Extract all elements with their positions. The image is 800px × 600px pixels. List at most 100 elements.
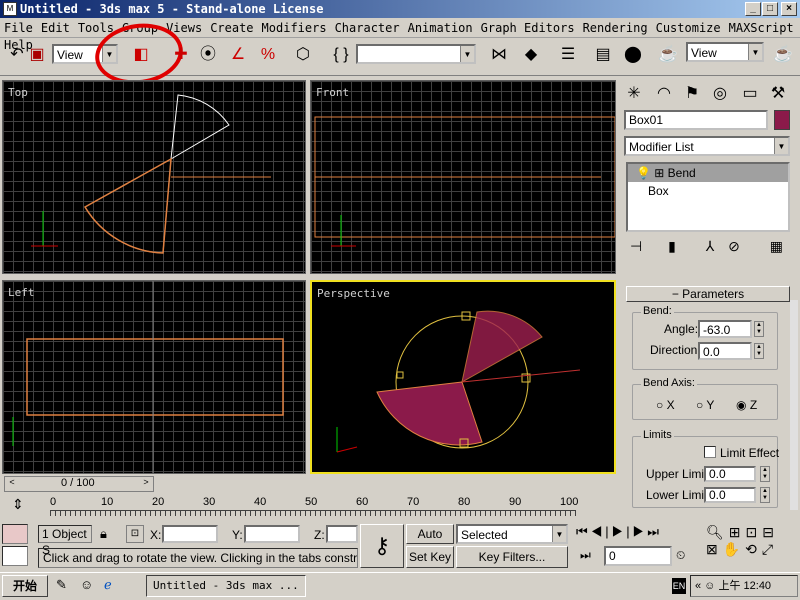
layer-manager-icon[interactable]: ☰ xyxy=(555,42,581,68)
x-coord-field[interactable] xyxy=(162,525,218,543)
show-end-result-icon[interactable]: ▮ xyxy=(668,238,676,254)
track-bar[interactable]: 0 10 20 30 40 50 60 70 80 90 100 xyxy=(50,496,578,518)
align-icon[interactable]: ◆ xyxy=(518,42,544,68)
make-unique-icon[interactable]: ⅄ xyxy=(706,238,715,254)
key-mode-toggle-icon[interactable]: ⏭ xyxy=(580,548,591,563)
named-selection-dropdown[interactable]: ▼ xyxy=(356,44,476,64)
mirror-icon[interactable]: ⋈ xyxy=(486,42,512,68)
render-type-dropdown[interactable]: View ▼ xyxy=(686,42,764,62)
z-coord-field[interactable] xyxy=(326,525,358,543)
pan-icon[interactable]: ✋ xyxy=(723,541,745,557)
utilities-tab-icon[interactable]: ⚒ xyxy=(764,80,792,108)
create-tab-icon[interactable]: ✳ xyxy=(620,80,648,108)
stack-item-bend[interactable]: 💡 ⊞ Bend xyxy=(628,164,788,182)
direction-field[interactable]: 0.0 xyxy=(698,342,752,360)
upper-limit-field[interactable]: 0.0 xyxy=(704,466,756,482)
quicklaunch-icon-1[interactable]: ✎ xyxy=(56,577,67,593)
auto-key-button[interactable]: Auto Key xyxy=(406,524,454,559)
arc-rotate-icon[interactable]: ⟲ xyxy=(745,541,762,557)
y-coord-field[interactable] xyxy=(244,525,300,543)
selection-color-swatch[interactable] xyxy=(2,524,28,544)
limit-effect-checkbox[interactable] xyxy=(704,446,716,458)
modifier-list-dropdown[interactable]: Modifier List ▼ xyxy=(624,136,790,156)
lower-limit-spinner[interactable]: ▲ ▼ xyxy=(760,487,770,503)
zoom-extents-all-icon[interactable]: ⊟ xyxy=(762,524,779,540)
language-indicator[interactable]: EN xyxy=(672,578,686,594)
zoom-all-icon[interactable]: ⊞ xyxy=(729,524,746,540)
object-color-swatch[interactable] xyxy=(774,110,790,130)
viewport-left[interactable]: Left xyxy=(2,280,306,474)
current-frame-field[interactable]: 0 xyxy=(604,546,672,566)
named-selection-icon[interactable]: { } xyxy=(328,42,354,68)
key-mode-dropdown[interactable]: Selected ▼ xyxy=(456,524,568,544)
upper-limit-spinner[interactable]: ▲ ▼ xyxy=(760,466,770,482)
modify-tab-icon[interactable]: ◠ xyxy=(650,80,678,108)
taskbar-item-3dsmax[interactable]: Untitled - 3ds max ... xyxy=(146,575,306,597)
menu-item-maxscript[interactable]: MAXScript xyxy=(725,18,798,35)
render-scene-icon[interactable]: ☕ xyxy=(655,42,681,68)
track-bar-toggle-icon[interactable]: ⇕ xyxy=(12,496,36,516)
quick-render-icon[interactable]: ☕ xyxy=(770,42,796,68)
set-key-icon[interactable]: ⚷ xyxy=(360,524,404,568)
angle-field[interactable]: -63.0 xyxy=(698,320,752,338)
snap-toggle-icon[interactable]: ⦿ xyxy=(195,42,221,68)
chevron-left-icon[interactable]: < xyxy=(5,477,19,491)
remove-modifier-icon[interactable]: ⊘ xyxy=(728,238,740,254)
chevron-right-icon[interactable]: > xyxy=(139,477,153,491)
go-to-start-icon[interactable]: ⏮ xyxy=(576,524,591,539)
angle-spinner[interactable]: ▲ ▼ xyxy=(754,321,764,337)
next-frame-icon[interactable]: |▶ xyxy=(626,524,647,539)
menu-item-animation[interactable]: Animation xyxy=(404,18,477,35)
panel-scrollbar[interactable] xyxy=(790,300,798,510)
lock-icon[interactable]: 🔒︎ xyxy=(100,526,107,542)
parameters-rollout-header[interactable]: − Parameters xyxy=(626,286,790,302)
select-manipulate-icon[interactable]: ✚ xyxy=(168,42,194,68)
axis-z-radio[interactable]: ◉ Z xyxy=(736,398,757,412)
motion-tab-icon[interactable]: ◎ xyxy=(706,80,734,108)
menu-item-graph-editors[interactable]: Graph Editors xyxy=(477,18,579,35)
internet-explorer-icon[interactable]: ℯ xyxy=(104,577,112,593)
lower-limit-field[interactable]: 0.0 xyxy=(704,487,756,503)
minimize-button[interactable]: _ xyxy=(745,2,761,16)
spinner-snap-icon[interactable]: ⬡ xyxy=(290,42,316,68)
maxscript-listener-swatch[interactable] xyxy=(2,546,28,566)
zoom-icon[interactable]: 🔍︎ xyxy=(706,524,729,540)
select-object-icon[interactable]: ▣ xyxy=(24,42,50,68)
axis-x-radio[interactable]: ○ X xyxy=(656,398,675,412)
quicklaunch-qq-icon[interactable]: ☺ xyxy=(80,577,93,592)
stack-item-box[interactable]: Box xyxy=(628,182,788,200)
set-key-button[interactable]: Set Key xyxy=(406,546,454,568)
material-editor-icon[interactable]: ⬤ xyxy=(620,42,646,68)
direction-spinner[interactable]: ▲ ▼ xyxy=(754,343,764,359)
close-button[interactable]: × xyxy=(781,2,797,16)
pin-stack-icon[interactable]: ⊣ xyxy=(630,238,642,254)
menu-item-edit[interactable]: Edit xyxy=(37,18,74,35)
field-of-view-icon[interactable]: ⊠ xyxy=(706,541,723,557)
time-configuration-icon[interactable]: ⏲ xyxy=(676,548,685,563)
start-button[interactable]: 开始 xyxy=(2,575,48,597)
menu-item-customize[interactable]: Customize xyxy=(652,18,725,35)
object-name-field[interactable]: Box01 xyxy=(624,110,768,130)
play-icon[interactable]: ▶ xyxy=(612,524,627,539)
menu-item-modifiers[interactable]: Modifiers xyxy=(258,18,331,35)
axis-y-radio[interactable]: ○ Y xyxy=(696,398,714,412)
track-view-icon[interactable]: ▤ xyxy=(590,42,616,68)
menu-item-character[interactable]: Character xyxy=(331,18,404,35)
percent-snap-icon[interactable]: % xyxy=(255,42,281,68)
menu-item-rendering[interactable]: Rendering xyxy=(579,18,652,35)
display-tab-icon[interactable]: ▭ xyxy=(736,80,764,108)
menu-item-create[interactable]: Create xyxy=(206,18,257,35)
app-icon[interactable]: M xyxy=(3,2,17,16)
hierarchy-tab-icon[interactable]: ⚑ xyxy=(678,80,706,108)
key-filters-button[interactable]: Key Filters... xyxy=(456,546,568,568)
viewport-perspective[interactable]: Perspective xyxy=(310,280,616,474)
maximize-button[interactable]: □ xyxy=(762,2,778,16)
absolute-mode-icon[interactable]: ⊡ xyxy=(126,525,144,543)
zoom-extents-icon[interactable]: ⊡ xyxy=(746,524,763,540)
previous-frame-icon[interactable]: ◀| xyxy=(591,524,612,539)
menu-item-file[interactable]: File xyxy=(0,18,37,35)
viewport-front[interactable]: Front xyxy=(310,80,616,274)
time-slider[interactable]: < 0 / 100 > xyxy=(4,476,154,492)
configure-sets-icon[interactable]: ▦ xyxy=(770,238,783,254)
viewport-top[interactable]: Top xyxy=(2,80,306,274)
